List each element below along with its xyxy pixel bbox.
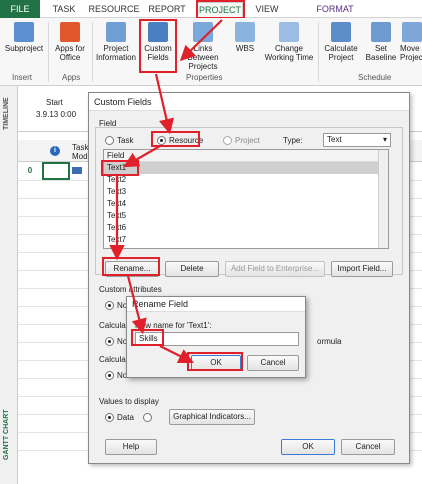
type-select-value: Text: [327, 135, 342, 144]
tab-format[interactable]: FORMAT: [300, 2, 370, 18]
tab-file[interactable]: FILE: [0, 0, 40, 18]
timeline-label: TIMELINE: [3, 97, 10, 130]
selected-cell[interactable]: [42, 162, 70, 180]
dialog-title: Custom Fields: [89, 93, 409, 111]
chevron-down-icon: ▾: [382, 135, 387, 144]
list-item[interactable]: Text1: [104, 162, 388, 174]
custom-attributes-label: Custom attributes: [99, 285, 162, 294]
subproject-button[interactable]: Subproject: [2, 22, 46, 53]
add-field-to-enterprise-button[interactable]: Add Field to Enterprise...: [225, 261, 325, 277]
baseline-icon: [371, 22, 391, 42]
group-label-insert: Insert: [12, 73, 33, 82]
tab-view[interactable]: VIEW: [252, 2, 282, 18]
info-icon: i: [50, 146, 60, 156]
rename-cancel-button[interactable]: Cancel: [247, 355, 299, 371]
highlight-text1: [101, 160, 139, 176]
highlight-rename-button: [102, 257, 160, 276]
summary-none-radio[interactable]: [105, 371, 114, 380]
list-item[interactable]: Text2: [104, 174, 388, 186]
calculate-icon: [331, 22, 351, 42]
group-separator: [92, 22, 93, 82]
task-radio[interactable]: [105, 136, 114, 145]
delete-button[interactable]: Delete: [165, 261, 219, 277]
type-label: Type:: [283, 136, 303, 145]
data-radio-label: Data: [117, 413, 134, 422]
group-separator: [48, 22, 49, 82]
highlight-custom-fields: [139, 19, 177, 73]
formula-label: ormula: [317, 337, 342, 346]
move-project-button[interactable]: Move Project: [400, 22, 422, 62]
tab-report[interactable]: REPORT: [146, 2, 188, 18]
ribbon: Subproject Insert Apps for Office Apps P…: [0, 18, 422, 86]
group-label-apps: Apps: [62, 73, 81, 82]
field-list-header: Field: [104, 150, 388, 162]
highlight-skills-input: [131, 329, 164, 346]
values-to-display-label: Values to display: [99, 397, 159, 406]
calculate-project-button[interactable]: Calculate Project: [320, 22, 362, 62]
custom-fields-dialog: Custom Fields Field Task Resource Projec…: [88, 92, 410, 464]
row-number: 0: [27, 166, 33, 175]
field-list: Field Text1 Text2 Text3 Text4 Text5 Text…: [103, 149, 389, 249]
wbs-button[interactable]: WBS: [230, 22, 260, 53]
project-radio-label: Project: [235, 136, 260, 145]
change-working-time-button[interactable]: Change Working Time: [262, 22, 316, 62]
list-item[interactable]: Text7: [104, 234, 388, 246]
calculation-label: Calcula: [99, 321, 126, 330]
apps-for-office-button[interactable]: Apps for Office: [50, 22, 90, 62]
subproject-icon: [14, 22, 34, 42]
links-icon: [193, 22, 213, 42]
calendar-icon: [279, 22, 299, 42]
attributes-none-radio[interactable]: [105, 301, 114, 310]
group-separator: [318, 22, 319, 82]
project-radio[interactable]: [223, 136, 232, 145]
highlight-rename-ok: [187, 352, 243, 371]
import-field-button[interactable]: Import Field...: [331, 261, 393, 277]
timeline-start-label: Start: [46, 98, 63, 107]
graphical-indicators-button[interactable]: Graphical Indicators...: [169, 409, 255, 425]
tab-resource[interactable]: RESOURCE: [88, 2, 140, 18]
list-item[interactable]: Text3: [104, 186, 388, 198]
task-radio-label: Task: [117, 136, 134, 145]
highlight-project-tab: [196, 0, 245, 19]
project-information-button[interactable]: Project Information: [94, 22, 138, 62]
cancel-button[interactable]: Cancel: [341, 439, 395, 455]
rename-dialog-title: Rename Field: [127, 297, 305, 312]
help-button[interactable]: Help: [105, 439, 157, 455]
apps-icon: [60, 22, 80, 42]
data-radio[interactable]: [105, 413, 114, 422]
task-mode-icon: [72, 167, 82, 174]
list-item[interactable]: Text4: [104, 198, 388, 210]
list-item[interactable]: Text5: [104, 210, 388, 222]
type-select[interactable]: Text ▾: [323, 133, 391, 147]
set-baseline-button[interactable]: Set Baseline: [364, 22, 398, 62]
calculation-summary-label: Calcula: [99, 355, 126, 364]
gantt-chart-label: GANTT CHART: [3, 409, 10, 460]
calculation-none-radio[interactable]: [105, 337, 114, 346]
move-project-icon: [402, 22, 422, 42]
timeline-start-value: 3.9.13 0:00: [36, 110, 77, 119]
group-label-schedule: Schedule: [358, 73, 392, 82]
project-information-icon: [106, 22, 126, 42]
list-scrollbar[interactable]: [378, 150, 388, 248]
tab-task[interactable]: TASK: [46, 2, 82, 18]
wbs-icon: [235, 22, 255, 42]
group-label-properties: Properties: [186, 73, 223, 82]
graphical-indicators-radio[interactable]: [143, 413, 152, 422]
ok-button[interactable]: OK: [281, 439, 335, 455]
links-between-projects-button[interactable]: Links Between Projects: [178, 22, 228, 71]
list-item[interactable]: Text6: [104, 222, 388, 234]
highlight-resource-radio: [151, 131, 200, 147]
